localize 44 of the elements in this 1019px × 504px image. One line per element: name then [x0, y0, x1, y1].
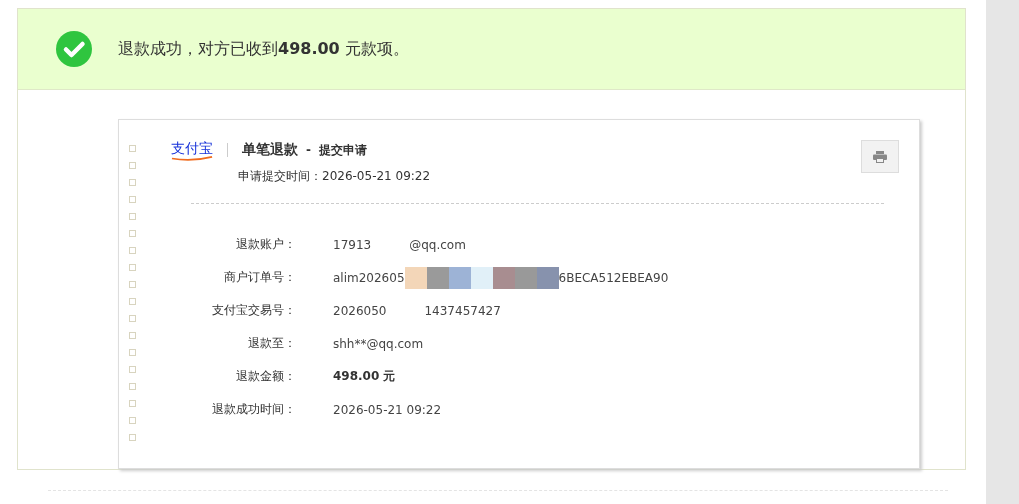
square-icon — [129, 417, 136, 424]
square-icon — [129, 247, 136, 254]
field-value: 6BECA512EBEA90 — [558, 270, 669, 285]
field-value: 2026-05-21 09:22 — [333, 402, 442, 417]
field-value: shh**@qq.com — [333, 336, 424, 351]
square-icon — [129, 196, 136, 203]
square-icon — [129, 315, 136, 322]
field-label: 退款金额： — [235, 368, 297, 385]
field-value: alim202605 — [333, 270, 405, 285]
square-icon — [129, 145, 136, 152]
field-value: @qq.com — [409, 237, 466, 252]
field-value: 2026050 — [333, 303, 387, 318]
square-icon — [129, 332, 136, 339]
square-icon — [129, 383, 136, 390]
field-label: 支付宝交易号： — [211, 302, 297, 319]
field-label: 退款成功时间： — [211, 401, 297, 418]
check-circle-icon — [56, 31, 92, 67]
field-value: 498.00 元 — [333, 368, 396, 385]
square-icon — [129, 366, 136, 373]
submitted-time: 2026-05-21 09:22 — [322, 169, 431, 183]
field-label: 退款至： — [247, 335, 297, 352]
square-icon — [129, 400, 136, 407]
square-icon — [129, 298, 136, 305]
square-icon — [129, 349, 136, 356]
scrollbar-track[interactable] — [986, 0, 1019, 504]
square-icon — [129, 230, 136, 237]
print-button[interactable] — [861, 140, 899, 173]
title-separator: - — [306, 143, 311, 157]
field-value: 17913 — [333, 237, 372, 252]
receipt-title: 单笔退款 — [242, 141, 298, 159]
square-icon — [129, 264, 136, 271]
printer-icon — [873, 150, 887, 163]
square-icon — [129, 162, 136, 169]
square-icon — [129, 179, 136, 186]
field-label: 商户订单号： — [223, 269, 297, 286]
submitted-label: 申请提交时间： — [238, 169, 322, 183]
receipt-subtitle: 提交申请 — [319, 141, 367, 159]
square-icon — [129, 213, 136, 220]
field-label: 退款账户： — [235, 236, 297, 253]
square-icon — [129, 434, 136, 441]
square-icon — [129, 281, 136, 288]
field-value: 1437457427 — [424, 303, 501, 318]
logo: 支付宝 — [171, 140, 213, 160]
success-message: 退款成功，对方已收到498.00 元款项。 — [118, 38, 409, 60]
